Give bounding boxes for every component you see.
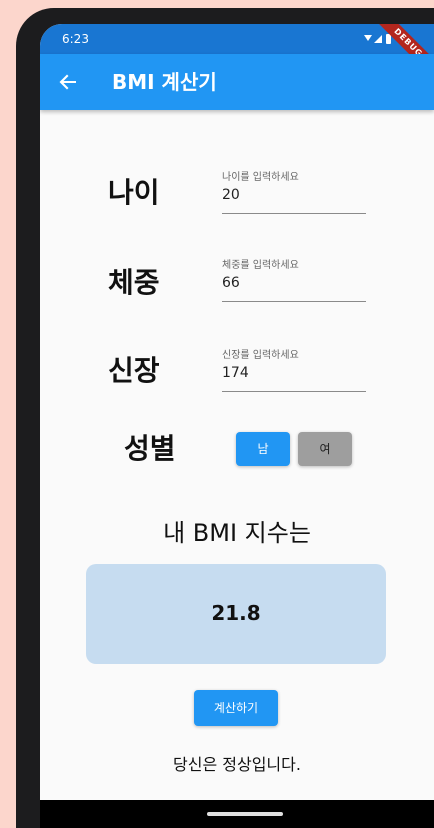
- signal-icon: [374, 35, 382, 43]
- age-field[interactable]: 나이를 입력하세요 20: [222, 172, 366, 220]
- height-underline: [222, 391, 366, 392]
- age-hint: 나이를 입력하세요: [222, 172, 299, 183]
- gender-male-button[interactable]: 남: [236, 432, 290, 466]
- weight-label: 체중: [108, 266, 160, 299]
- weight-input-value[interactable]: 66: [222, 274, 240, 292]
- arrow-back-icon: [59, 74, 76, 90]
- app-screen: 6:23 DEBUG BMI 계산기 나이 나이를 입력하세요 20 체중 체중…: [40, 24, 434, 828]
- height-label: 신장: [108, 354, 160, 387]
- age-label: 나이: [108, 176, 160, 209]
- result-message: 당신은 정상입니다.: [173, 755, 301, 774]
- height-hint: 신장를 입력하세요: [222, 350, 299, 361]
- phone-frame: 6:23 DEBUG BMI 계산기 나이 나이를 입력하세요 20 체중 체중…: [16, 8, 434, 828]
- height-field[interactable]: 신장를 입력하세요 174: [222, 350, 366, 398]
- height-input-value[interactable]: 174: [222, 364, 249, 382]
- gender-female-button[interactable]: 여: [298, 432, 352, 466]
- status-bar: 6:23 DEBUG: [40, 24, 434, 82]
- weight-field[interactable]: 체중를 입력하세요 66: [222, 260, 366, 308]
- home-indicator[interactable]: [207, 812, 283, 816]
- navigation-bar: [40, 800, 434, 828]
- gender-label: 성별: [124, 432, 176, 465]
- age-underline: [222, 213, 366, 214]
- calculate-button[interactable]: 계산하기: [194, 690, 278, 726]
- bmi-value: 21.8: [211, 601, 261, 625]
- weight-hint: 체중를 입력하세요: [222, 260, 299, 271]
- weight-underline: [222, 301, 366, 302]
- app-bar: BMI 계산기: [40, 54, 434, 110]
- status-time: 6:23: [62, 32, 89, 46]
- page-title: BMI 계산기: [112, 70, 217, 94]
- back-button[interactable]: [54, 68, 82, 96]
- age-input-value[interactable]: 20: [222, 186, 240, 204]
- bmi-heading: 내 BMI 지수는: [163, 519, 311, 547]
- bmi-result-box: 21.8: [86, 564, 386, 664]
- wifi-icon: [364, 35, 372, 41]
